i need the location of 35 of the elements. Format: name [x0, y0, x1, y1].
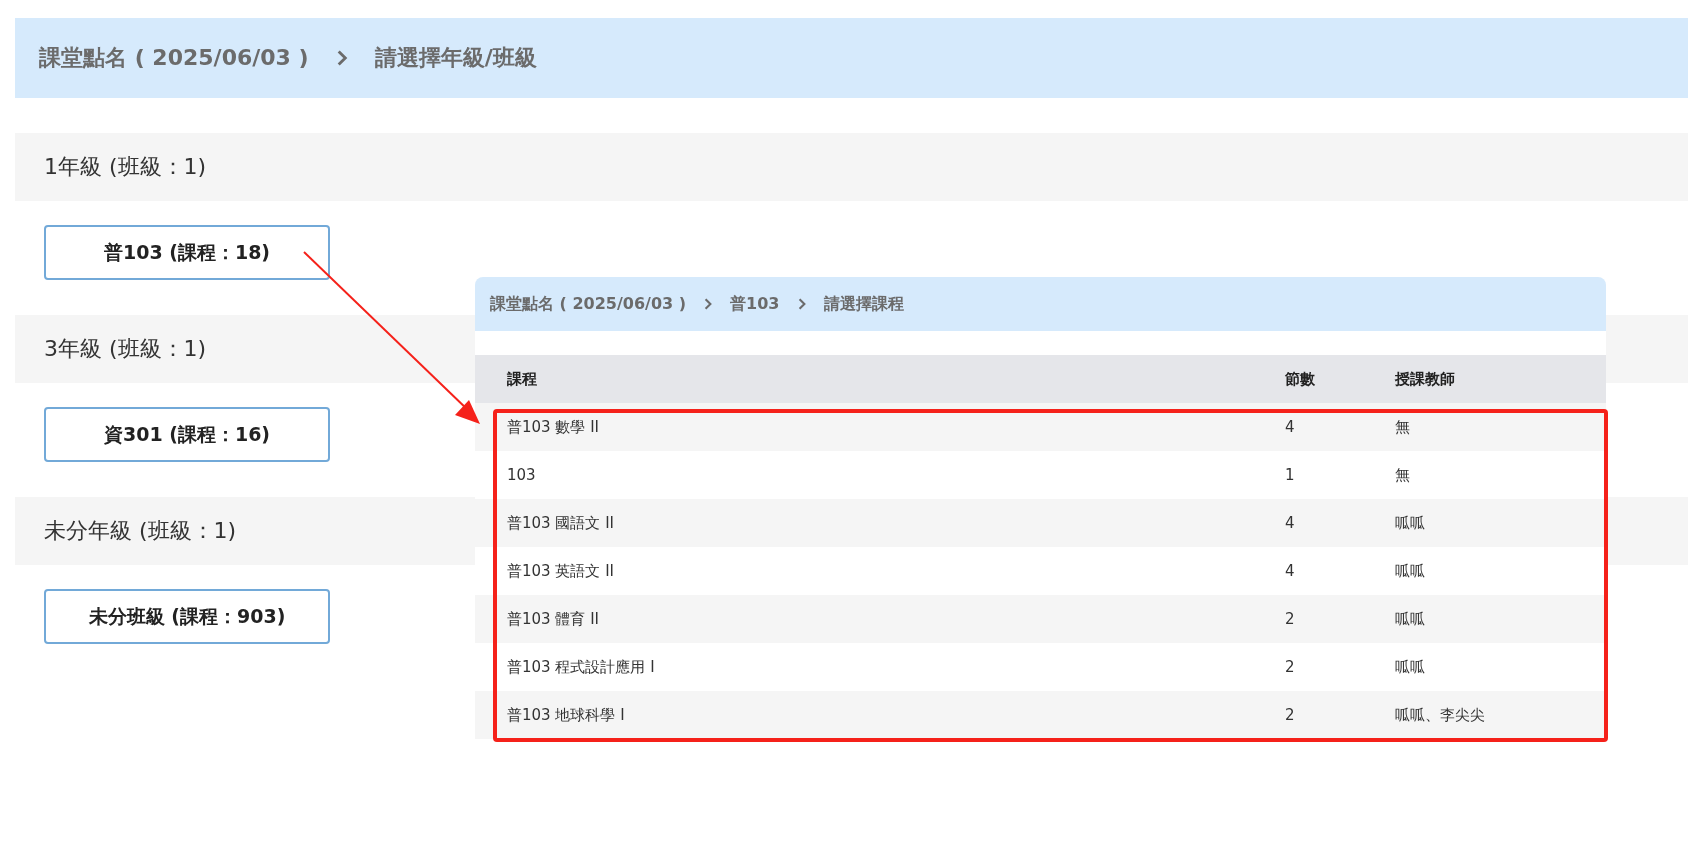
column-header: 課程	[475, 355, 1285, 403]
breadcrumb-item[interactable]: 課堂點名 ( 2025/06/03 )	[39, 43, 309, 73]
breadcrumb-item: 請選擇年級/班級	[374, 44, 537, 72]
table-cell: 普103 體育 II	[475, 595, 1285, 643]
table-cell: 無	[1395, 403, 1606, 451]
table-cell: 呱呱	[1395, 595, 1606, 643]
breadcrumb-item: 請選擇課程	[823, 293, 904, 315]
table-cell: 呱呱、李尖尖	[1395, 691, 1606, 739]
table-cell: 普103 英語文 II	[475, 547, 1285, 595]
class-button[interactable]: 資301 (課程：16)	[44, 407, 330, 462]
table-cell: 2	[1285, 691, 1395, 739]
table-cell: 2	[1285, 643, 1395, 691]
grade-title: 未分年級 (班級：1)	[44, 517, 237, 545]
table-cell: 普103 數學 II	[475, 403, 1285, 451]
column-header: 授課教師	[1395, 355, 1606, 403]
table-cell: 2	[1285, 595, 1395, 643]
grade-title: 3年級 (班級：1)	[44, 335, 207, 363]
breadcrumb-item[interactable]: 普103	[730, 293, 780, 315]
table-cell: 4	[1285, 403, 1395, 451]
table-cell: 1	[1285, 451, 1395, 499]
table-cell: 普103 程式設計應用 I	[475, 643, 1285, 691]
table-cell: 103	[475, 451, 1285, 499]
class-button[interactable]: 未分班級 (課程：903)	[44, 589, 330, 644]
breadcrumb-item[interactable]: 課堂點名 ( 2025/06/03 )	[490, 293, 687, 315]
grade-title: 1年級 (班級：1)	[44, 153, 207, 181]
table-cell: 4	[1285, 547, 1395, 595]
column-header: 節數	[1285, 355, 1395, 403]
class-button[interactable]: 普103 (課程：18)	[44, 225, 330, 280]
table-cell: 普103 地球科學 I	[475, 691, 1285, 739]
table-cell: 無	[1395, 451, 1606, 499]
table-cell: 呱呱	[1395, 499, 1606, 547]
table-cell: 呱呱	[1395, 547, 1606, 595]
table-cell: 4	[1285, 499, 1395, 547]
table-cell: 普103 國語文 II	[475, 499, 1285, 547]
table-cell: 呱呱	[1395, 643, 1606, 691]
